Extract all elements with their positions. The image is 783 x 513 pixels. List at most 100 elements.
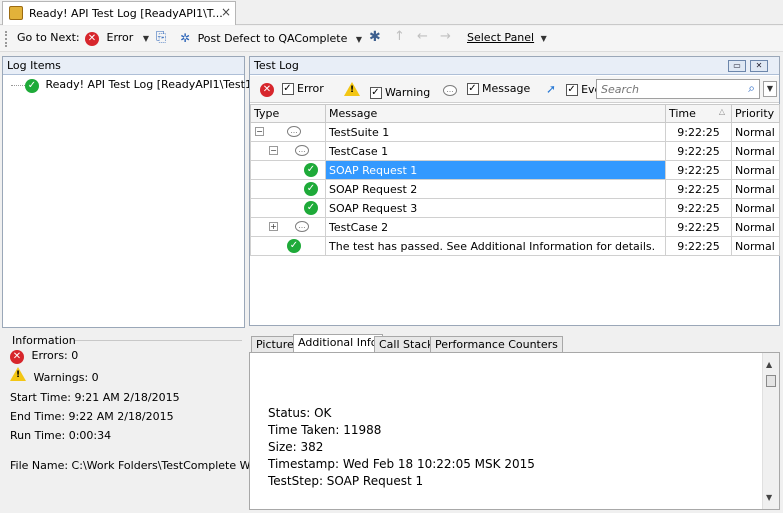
chevron-down-icon[interactable]: ▼ [356,35,362,44]
type-cell: + … [250,217,326,237]
details-tabs: Picture Additional Info Call Stack Perfo… [249,334,780,353]
message-filter-label: Message [482,82,531,95]
table-row[interactable]: ✓ SOAP Request 1 9:22:25 Normal [250,160,780,180]
close-panel-icon[interactable]: ✕ [750,60,768,72]
cursor-event-icon: ➚ [546,82,557,96]
file-name: File Name: C:\Work Folders\TestComplete … [10,459,268,472]
message-cell: The test has passed. See Additional Info… [325,236,666,256]
table-row[interactable]: ✓ SOAP Request 3 9:22:25 Normal [250,198,780,218]
restore-icon[interactable]: ▭ [728,60,746,72]
tab-call-stack[interactable]: Call Stack [374,336,439,353]
column-header-message[interactable]: Message [325,104,666,123]
arrow-right-icon[interactable]: → [440,29,451,44]
time-cell: 9:22:25 [665,122,732,142]
warning-icon: ! [10,367,26,381]
grid-header-row: Type Message Time △ Priority [250,104,780,123]
chevron-down-icon[interactable]: ▼ [763,81,777,97]
message-cell: SOAP Request 2 [325,179,666,199]
warnings-row: ! Warnings: 0 [10,367,99,384]
passed-icon: ✓ [304,182,318,196]
scroll-down-icon[interactable]: ▼ [766,489,772,506]
priority-cell: Normal [731,217,780,237]
table-row[interactable]: + … TestCase 2 9:22:25 Normal [250,217,780,237]
table-row[interactable]: ✓ The test has passed. See Additional In… [250,236,780,256]
errors-count: Errors: 0 [31,349,79,362]
errors-row: ✕ Errors: 0 [10,349,78,364]
tab-performance-counters[interactable]: Performance Counters [430,336,563,353]
collapse-icon[interactable]: − [269,146,278,155]
error-icon: ✕ [10,350,24,364]
priority-cell: Normal [731,236,780,256]
error-icon: ✕ [260,83,274,97]
run-time: Run Time: 0:00:34 [10,429,112,442]
column-header-priority[interactable]: Priority [731,104,780,123]
type-cell: ✓ [250,179,326,199]
priority-cell: Normal [731,160,780,180]
chevron-down-icon[interactable]: ▼ [143,34,149,43]
information-title: Information [12,334,76,347]
message-icon: … [295,221,309,232]
message-filter-checkbox[interactable]: ✓ [466,83,479,95]
document-tab-title: Ready! API Test Log [ReadyAPI1\T... [29,7,223,20]
passed-icon: ✓ [304,163,318,177]
table-row[interactable]: − … TestCase 1 9:22:25 Normal [250,141,780,161]
scroll-thumb[interactable] [766,375,776,387]
table-row[interactable]: − … TestSuite 1 9:22:25 Normal [250,122,780,142]
priority-cell: Normal [731,179,780,199]
tab-picture[interactable]: Picture [251,336,299,353]
log-item-root[interactable]: ✓ Ready! API Test Log [ReadyAPI1\Test1] [25,78,256,93]
type-cell: ✓ [250,198,326,218]
search-input[interactable] [599,81,739,97]
vertical-scrollbar[interactable]: ▲ ▼ [762,353,779,509]
export-icon[interactable]: ⎘ [156,30,166,45]
error-filter[interactable]: ✕ ✓ Error [260,82,324,97]
tab-additional-info[interactable]: Additional Info [293,334,383,353]
error-filter-checkbox[interactable]: ✓ [281,83,294,95]
column-header-time-label: Time [669,107,696,120]
document-tab[interactable]: Ready! API Test Log [ReadyAPI1\T... × [2,1,236,25]
priority-cell: Normal [731,141,780,161]
time-cell: 9:22:25 [665,160,732,180]
warning-filter[interactable]: ! ✓ Warning [344,82,430,99]
toolbar-grip[interactable] [5,31,8,47]
scroll-up-icon[interactable]: ▲ [766,356,772,373]
message-filter[interactable]: … ✓ Message [443,82,530,96]
additional-info-text: Status: OK Time Taken: 11988 Size: 382 T… [268,406,535,509]
post-defect-button[interactable]: ✲ Post Defect to QAComplete ▼ [180,31,362,45]
sort-ascending-icon: △ [718,107,725,116]
type-cell: − … [250,122,326,142]
collapse-icon[interactable]: − [255,127,264,136]
error-icon: ✕ [85,32,99,46]
test-log-header: Test Log ▭ ✕ [250,57,779,75]
close-tab-icon[interactable]: × [221,5,231,19]
arrow-left-icon[interactable]: ← [417,29,428,44]
passed-icon: ✓ [287,239,301,253]
tree-connector [11,85,25,86]
column-header-time[interactable]: Time △ [665,104,732,123]
test-log-title: Test Log [254,59,299,72]
search-box[interactable]: ⌕ [596,79,760,99]
event-filter-checkbox[interactable]: ✓ [565,84,578,96]
filter-bar: ✕ ✓ Error ! ✓ Warning … ✓ Message ➚ ✓ Ev… [250,76,779,103]
select-panel-button[interactable]: Select Panel ▼ [467,31,547,44]
event-filter[interactable]: ➚ ✓ Eve [546,82,601,96]
message-cell: SOAP Request 3 [325,198,666,218]
start-time: Start Time: 9:21 AM 2/18/2015 [10,391,180,404]
arrow-up-icon[interactable]: ↑ [394,29,405,44]
expand-icon[interactable]: + [269,222,278,231]
table-row[interactable]: ✓ SOAP Request 2 9:22:25 Normal [250,179,780,199]
test-log-grid: Type Message Time △ Priority − … TestSui… [250,104,780,256]
bug-icon[interactable]: ✱ [369,29,381,45]
toolbar: Go to Next: ✕ Error ▼ ⎘ ✲ Post Defect to… [0,26,783,52]
type-cell: − … [250,141,326,161]
go-to-next-error-button[interactable]: ✕ Error ▼ [85,31,149,46]
additional-info-content: Status: OK Time Taken: 11988 Size: 382 T… [249,352,780,510]
passed-icon: ✓ [304,201,318,215]
time-cell: 9:22:25 [665,198,732,218]
search-icon[interactable]: ⌕ [748,81,755,96]
qacomplete-icon: ✲ [180,31,191,45]
column-header-type[interactable]: Type [250,104,326,123]
message-cell: TestCase 2 [325,217,666,237]
warning-filter-checkbox[interactable]: ✓ [369,87,382,99]
end-time: End Time: 9:22 AM 2/18/2015 [10,410,174,423]
